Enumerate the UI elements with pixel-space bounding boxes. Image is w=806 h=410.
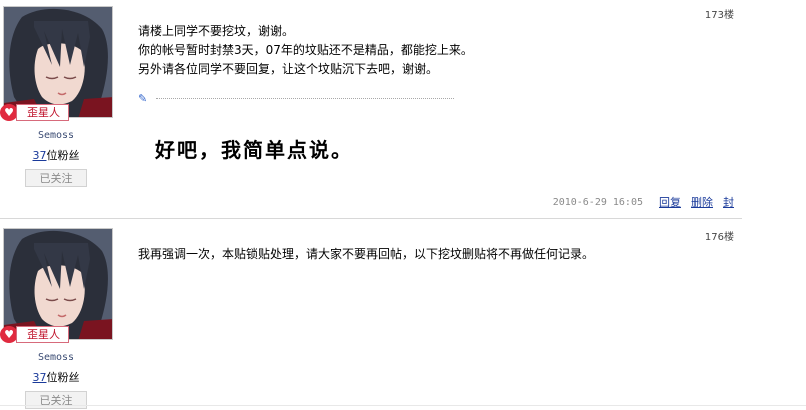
quote-line: 请楼上同学不要挖坟，谢谢。 bbox=[138, 24, 295, 38]
page-bottom-line bbox=[0, 405, 806, 406]
quote-line: 你的帐号暂时封禁3天，07年的坟贴还不是精品，都能挖上来。 bbox=[138, 43, 473, 57]
post-176: ♥ 歪星人 Semoss 37位粉丝 已关注 176楼 我再强调一次，本贴锁贴处… bbox=[0, 222, 742, 410]
fans-count: 37位粉丝 bbox=[0, 369, 112, 385]
fans-count-link[interactable]: 37 bbox=[33, 149, 47, 162]
dotted-divider bbox=[156, 98, 454, 99]
post-body: 我再强调一次，本贴锁贴处理，请大家不要再回帖，以下挖坟删贴将不再做任何记录。 bbox=[138, 247, 595, 261]
quote-line: 另外请各位同学不要回复，让这个坟贴沉下去吧，谢谢。 bbox=[138, 62, 439, 76]
follow-button[interactable]: 已关注 bbox=[25, 169, 87, 187]
fans-label: 位粉丝 bbox=[46, 149, 80, 162]
rank-badge: ♥ 歪星人 bbox=[0, 326, 78, 343]
reply-text: 好吧，我简单点说。 bbox=[155, 138, 353, 162]
follow-button[interactable]: 已关注 bbox=[25, 391, 87, 409]
fans-label: 位粉丝 bbox=[46, 371, 80, 384]
username-link[interactable]: Semoss bbox=[0, 130, 112, 141]
avatar-illustration bbox=[4, 229, 112, 339]
pencil-icon: ✎ bbox=[138, 92, 148, 105]
rank-badge: ♥ 歪星人 bbox=[0, 104, 78, 121]
post-timestamp: 2010-6-29 16:05 bbox=[552, 196, 643, 208]
quote-separator: ✎ bbox=[138, 92, 458, 105]
fans-count-link[interactable]: 37 bbox=[33, 371, 47, 384]
rank-label: 歪星人 bbox=[16, 326, 69, 343]
username-link[interactable]: Semoss bbox=[0, 352, 112, 363]
avatar[interactable] bbox=[3, 6, 113, 118]
post-173: ♥ 歪星人 Semoss 37位粉丝 已关注 173楼 请楼上同学不要挖坟，谢谢… bbox=[0, 0, 742, 218]
avatar[interactable] bbox=[3, 228, 113, 340]
quote-block: 请楼上同学不要挖坟，谢谢。 你的帐号暂时封禁3天，07年的坟贴还不是精品，都能挖… bbox=[138, 22, 473, 79]
post-divider bbox=[0, 218, 742, 219]
delete-link[interactable]: 删除 bbox=[691, 194, 713, 210]
floor-number: 173楼 bbox=[704, 10, 734, 21]
floor-number: 176楼 bbox=[704, 232, 734, 243]
rank-label: 歪星人 bbox=[16, 104, 69, 121]
avatar-illustration bbox=[4, 7, 112, 117]
ban-link[interactable]: 封 bbox=[723, 194, 734, 210]
fans-count: 37位粉丝 bbox=[0, 147, 112, 163]
reply-link[interactable]: 回复 bbox=[659, 194, 681, 210]
post-footer: 2010-6-29 16:05 回复 删除 封 bbox=[553, 194, 734, 210]
